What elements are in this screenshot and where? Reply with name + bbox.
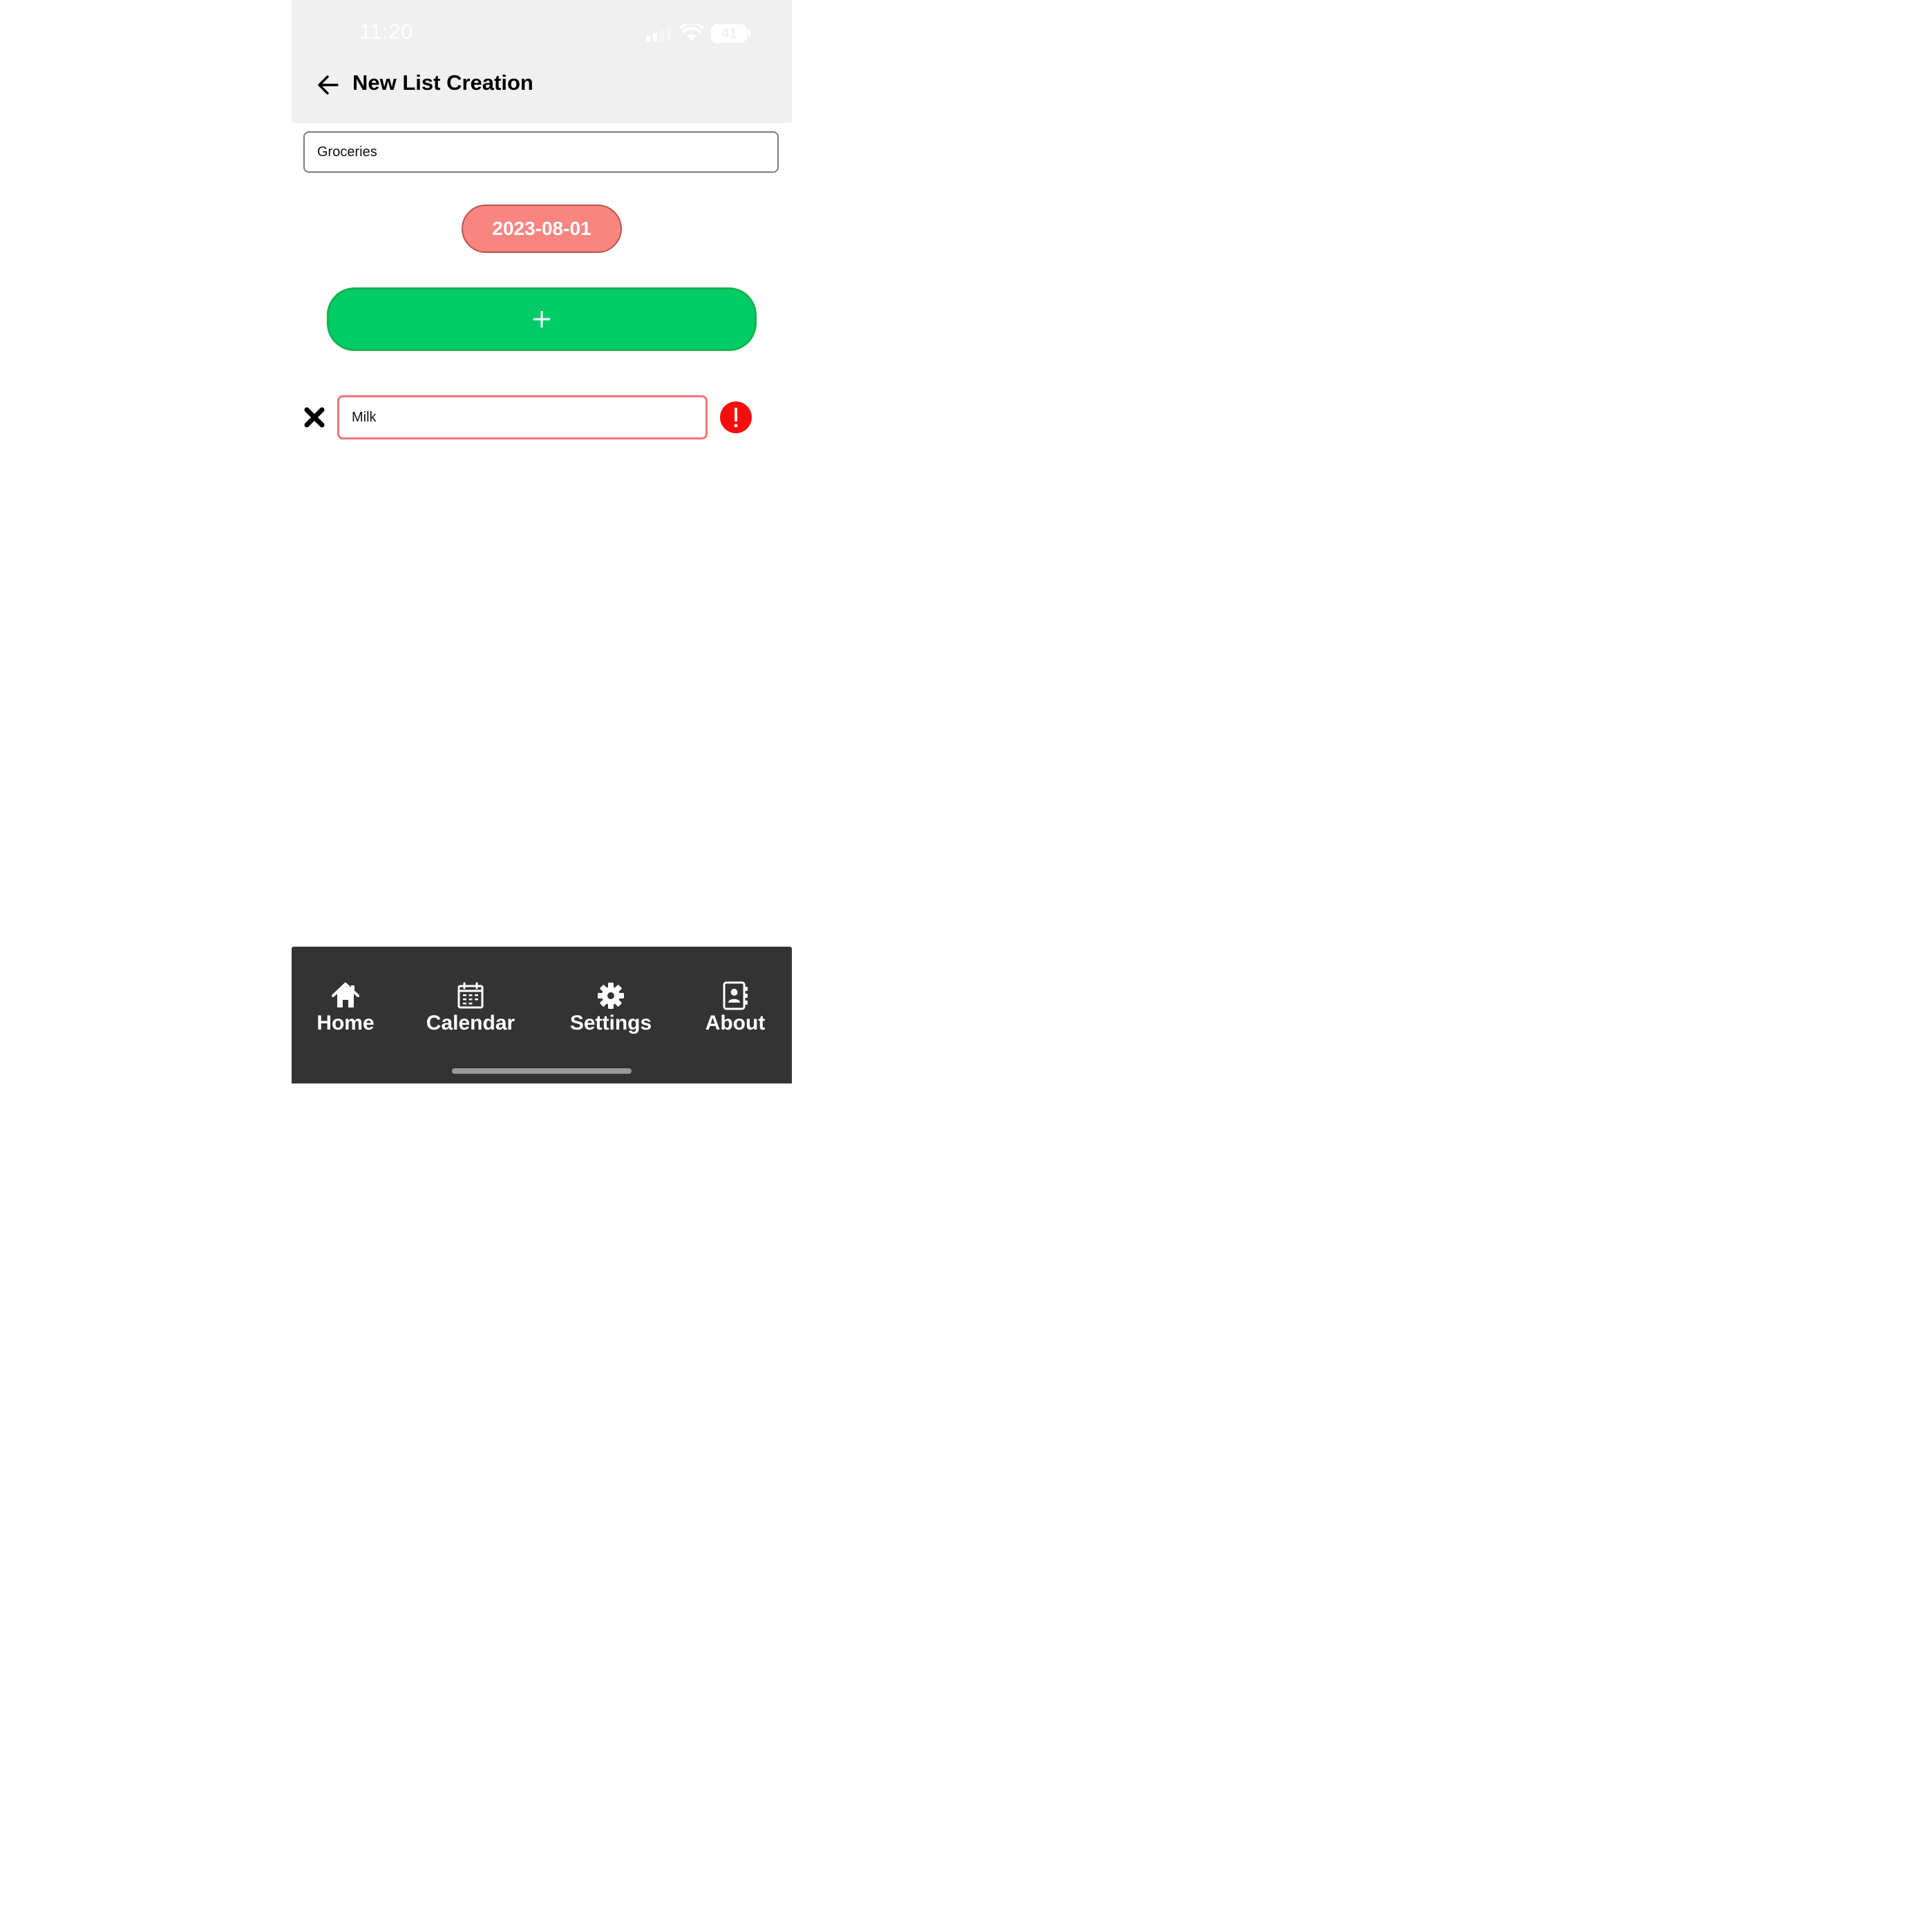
list-item [292, 395, 792, 439]
date-picker-button[interactable]: 2023-08-01 [462, 205, 622, 253]
page-title: New List Creation [352, 70, 533, 95]
tab-calendar-label: Calendar [426, 1012, 515, 1034]
arrow-left-icon[interactable] [316, 73, 340, 97]
calendar-icon [457, 982, 484, 1009]
tab-about[interactable]: About [699, 981, 771, 1043]
gear-icon [598, 983, 624, 1009]
plus-icon [533, 311, 550, 328]
home-indicator[interactable] [452, 1068, 632, 1074]
tab-home[interactable]: Home [310, 981, 381, 1043]
battery-tip [748, 30, 750, 37]
item-name-input[interactable] [337, 395, 708, 439]
tab-about-label: About [705, 1012, 766, 1034]
tab-settings[interactable]: Settings [560, 981, 662, 1043]
tab-home-label: Home [316, 1012, 375, 1034]
house-icon [332, 983, 359, 1007]
add-item-button[interactable] [327, 287, 757, 351]
wifi-icon [680, 24, 703, 41]
list-name-input[interactable] [303, 131, 779, 173]
battery-icon: 41 [711, 24, 747, 43]
status-time: 11:20 [359, 19, 413, 44]
x-mark-icon[interactable] [304, 407, 325, 428]
tab-settings-label: Settings [569, 1012, 652, 1034]
contact-book-icon [723, 981, 748, 1010]
bottom-tab-bar: Home Calendar Settings About [292, 947, 792, 1083]
cellular-signal-icon [646, 26, 671, 41]
error-exclamation-icon [720, 401, 752, 433]
phone-screen: 11:20 41 New List Creation 2023-08-01 [292, 0, 792, 1083]
header-bar: 11:20 41 New List Creation [292, 0, 792, 123]
tab-calendar[interactable]: Calendar [419, 981, 522, 1043]
